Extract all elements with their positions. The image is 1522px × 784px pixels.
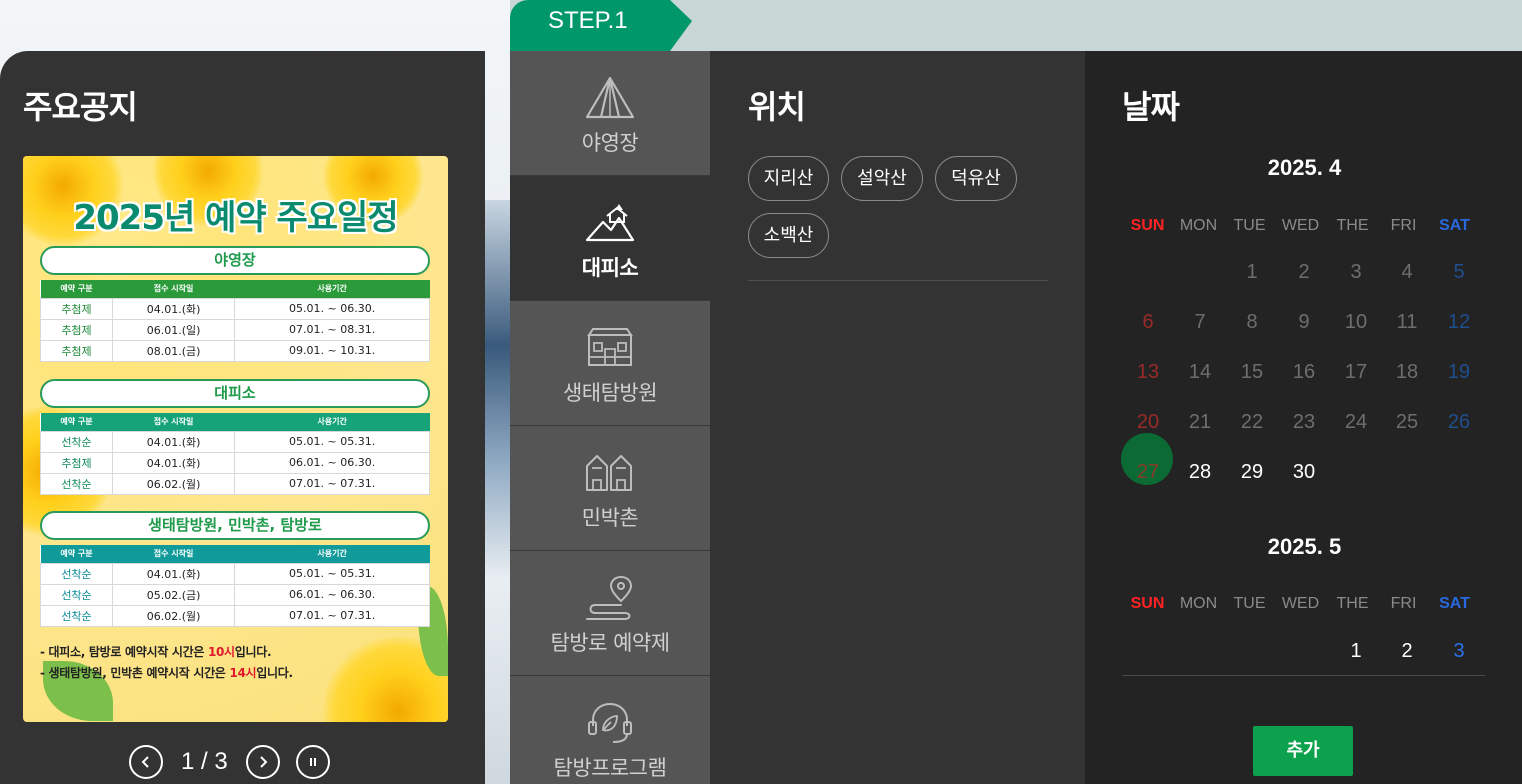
category-label: 야영장	[581, 131, 639, 155]
calendar-day: 14	[1188, 361, 1212, 383]
calendar-day: 16	[1292, 361, 1316, 383]
tent-icon	[585, 76, 635, 119]
calendar-day[interactable]: 28	[1174, 452, 1226, 492]
calendar-day[interactable]: 29	[1226, 452, 1278, 492]
eco-center-icon	[587, 328, 633, 366]
weekday-label: FRI	[1390, 595, 1417, 612]
calendar-day: 6	[1142, 311, 1154, 333]
calendar-day: 3	[1350, 261, 1362, 283]
poster-note: - 대피소, 탐방로 예약시작 시간은 10시입니다.	[40, 645, 272, 659]
calendar-day: 21	[1188, 411, 1212, 433]
calendar-day: 13	[1136, 361, 1160, 383]
category-campsite[interactable]: 야영장	[510, 51, 710, 176]
calendar-day[interactable]: 30	[1278, 452, 1330, 492]
category-label: 민박촌	[581, 506, 639, 530]
month-title: 2025. 4	[1267, 155, 1342, 180]
weekday-label: THE	[1336, 595, 1369, 612]
calendar-day[interactable]: 2	[1381, 631, 1433, 671]
weekday-label: WED	[1281, 217, 1320, 234]
poster-table: 예약 구분 접수 시작일 사용기간 추첨제 04.01.(화) 05.01. ~ 06.…	[40, 280, 430, 362]
chevron-left-icon	[141, 756, 149, 768]
step-label: STEP.1	[548, 7, 628, 34]
calendar-day[interactable]: 3	[1433, 631, 1485, 671]
calendar-day: 10	[1344, 311, 1368, 333]
trail-pin-icon	[586, 575, 633, 620]
weekday-label: TUE	[1233, 217, 1266, 234]
calendar-day: 11	[1396, 311, 1418, 333]
prev-button[interactable]	[129, 745, 163, 779]
calendar-day[interactable]: 1	[1330, 631, 1382, 671]
location-panel: 위치 지리산 설악산 덕유산 소백산	[710, 51, 1085, 784]
calendar-day: 15	[1240, 361, 1264, 383]
weekday-label: THE	[1336, 217, 1369, 234]
category-shelter[interactable]: 대피소	[510, 176, 710, 301]
weekday-label: MON	[1179, 217, 1218, 234]
calendar-day[interactable]: 27	[1121, 433, 1174, 492]
weekday-label: SUN	[1130, 595, 1165, 612]
poster-section-title: 대피소	[40, 379, 430, 408]
weekday-label: WED	[1281, 595, 1320, 612]
category-label: 탐방프로그램	[553, 756, 667, 780]
location-option[interactable]: 소백산	[748, 213, 829, 258]
poster-section-title: 생태탐방원, 민박촌, 탐방로	[40, 511, 430, 540]
weekday-label: SAT	[1439, 595, 1470, 612]
calendar-day: 9	[1298, 311, 1310, 333]
divider	[1122, 675, 1485, 676]
add-button[interactable]: 추가	[1253, 726, 1353, 776]
calendar-day: 12	[1447, 311, 1471, 333]
category-label: 생태탐방원	[562, 381, 658, 405]
calendar-day: 2	[1298, 261, 1310, 283]
calendar-day: 26	[1447, 411, 1471, 433]
calendar-day: 23	[1292, 411, 1316, 433]
weekday-label: TUE	[1233, 595, 1266, 612]
pager-count: 1 / 3	[181, 748, 228, 775]
calendar-day: 8	[1246, 311, 1258, 333]
weekday-label: MON	[1179, 595, 1218, 612]
month-title: 2025. 5	[1267, 534, 1342, 559]
chevron-right-icon	[260, 756, 268, 768]
calendar-day: 24	[1344, 411, 1368, 433]
poster-heading: 2025년 예약 주요일정	[73, 198, 398, 238]
calendar-day: 25	[1395, 411, 1419, 433]
date-panel: 날짜 2025. 4 2025. 5 추가 SUN MON TUE WED THE FRI…	[1085, 51, 1522, 784]
location-option[interactable]: 덕유산	[935, 156, 1017, 201]
calendar-day: 17	[1344, 361, 1368, 383]
location-option[interactable]: 지리산	[748, 156, 829, 201]
calendar-day: 1	[1246, 261, 1258, 283]
pause-icon	[309, 758, 316, 766]
shelter-icon	[585, 204, 635, 242]
calendar-day: 5	[1453, 261, 1465, 283]
calendar-day: 22	[1240, 411, 1264, 433]
notice-title: 주요공지	[23, 88, 138, 126]
calendar-day: 4	[1401, 261, 1413, 283]
poster-table: 예약 구분 접수 시작일 사용기간 선착순 04.01.(화) 05.01. ~ 05.…	[40, 413, 430, 495]
location-option[interactable]: 설악산	[841, 156, 923, 201]
poster-table: 예약 구분 접수 시작일 사용기간 선착순 04.01.(화) 05.01. ~ 05.…	[40, 545, 430, 627]
houses-icon	[586, 455, 632, 491]
headset-leaf-icon	[588, 702, 632, 743]
next-button[interactable]	[245, 745, 280, 779]
weekday-label: FRI	[1390, 217, 1417, 234]
category-label: 대피소	[581, 256, 639, 280]
pause-button[interactable]	[295, 745, 330, 779]
category-eco-center[interactable]: 생태탐방원	[510, 301, 710, 426]
date-title: 날짜	[1122, 88, 1180, 126]
notice-pager: 1 / 3	[129, 745, 330, 779]
weekday-label: SAT	[1439, 217, 1470, 234]
category-sidebar: 야영장 대피소 생태탐방원 민박촌 탐방로 예약제 탐방프로그램	[510, 51, 710, 784]
notice-poster[interactable]: 2025년 예약 주요일정 야영장 예약 구분 접수 시작일 사용기간 추첨제 04.…	[23, 156, 448, 722]
category-program[interactable]: 탐방프로그램	[510, 676, 710, 784]
divider	[748, 280, 1048, 281]
calendar-day: 7	[1194, 311, 1206, 333]
weekday-label: SUN	[1130, 217, 1165, 234]
poster-section-title: 야영장	[40, 246, 430, 275]
category-label: 탐방로 예약제	[550, 631, 670, 655]
poster-note: - 생태탐방원, 민박촌 예약시작 시간은 14시입니다.	[40, 666, 293, 680]
calendar-day: 19	[1447, 361, 1471, 383]
location-title: 위치	[748, 88, 806, 126]
category-trail-reservation[interactable]: 탐방로 예약제	[510, 551, 710, 676]
category-homestay[interactable]: 민박촌	[510, 426, 710, 551]
calendar-day: 18	[1395, 361, 1419, 383]
